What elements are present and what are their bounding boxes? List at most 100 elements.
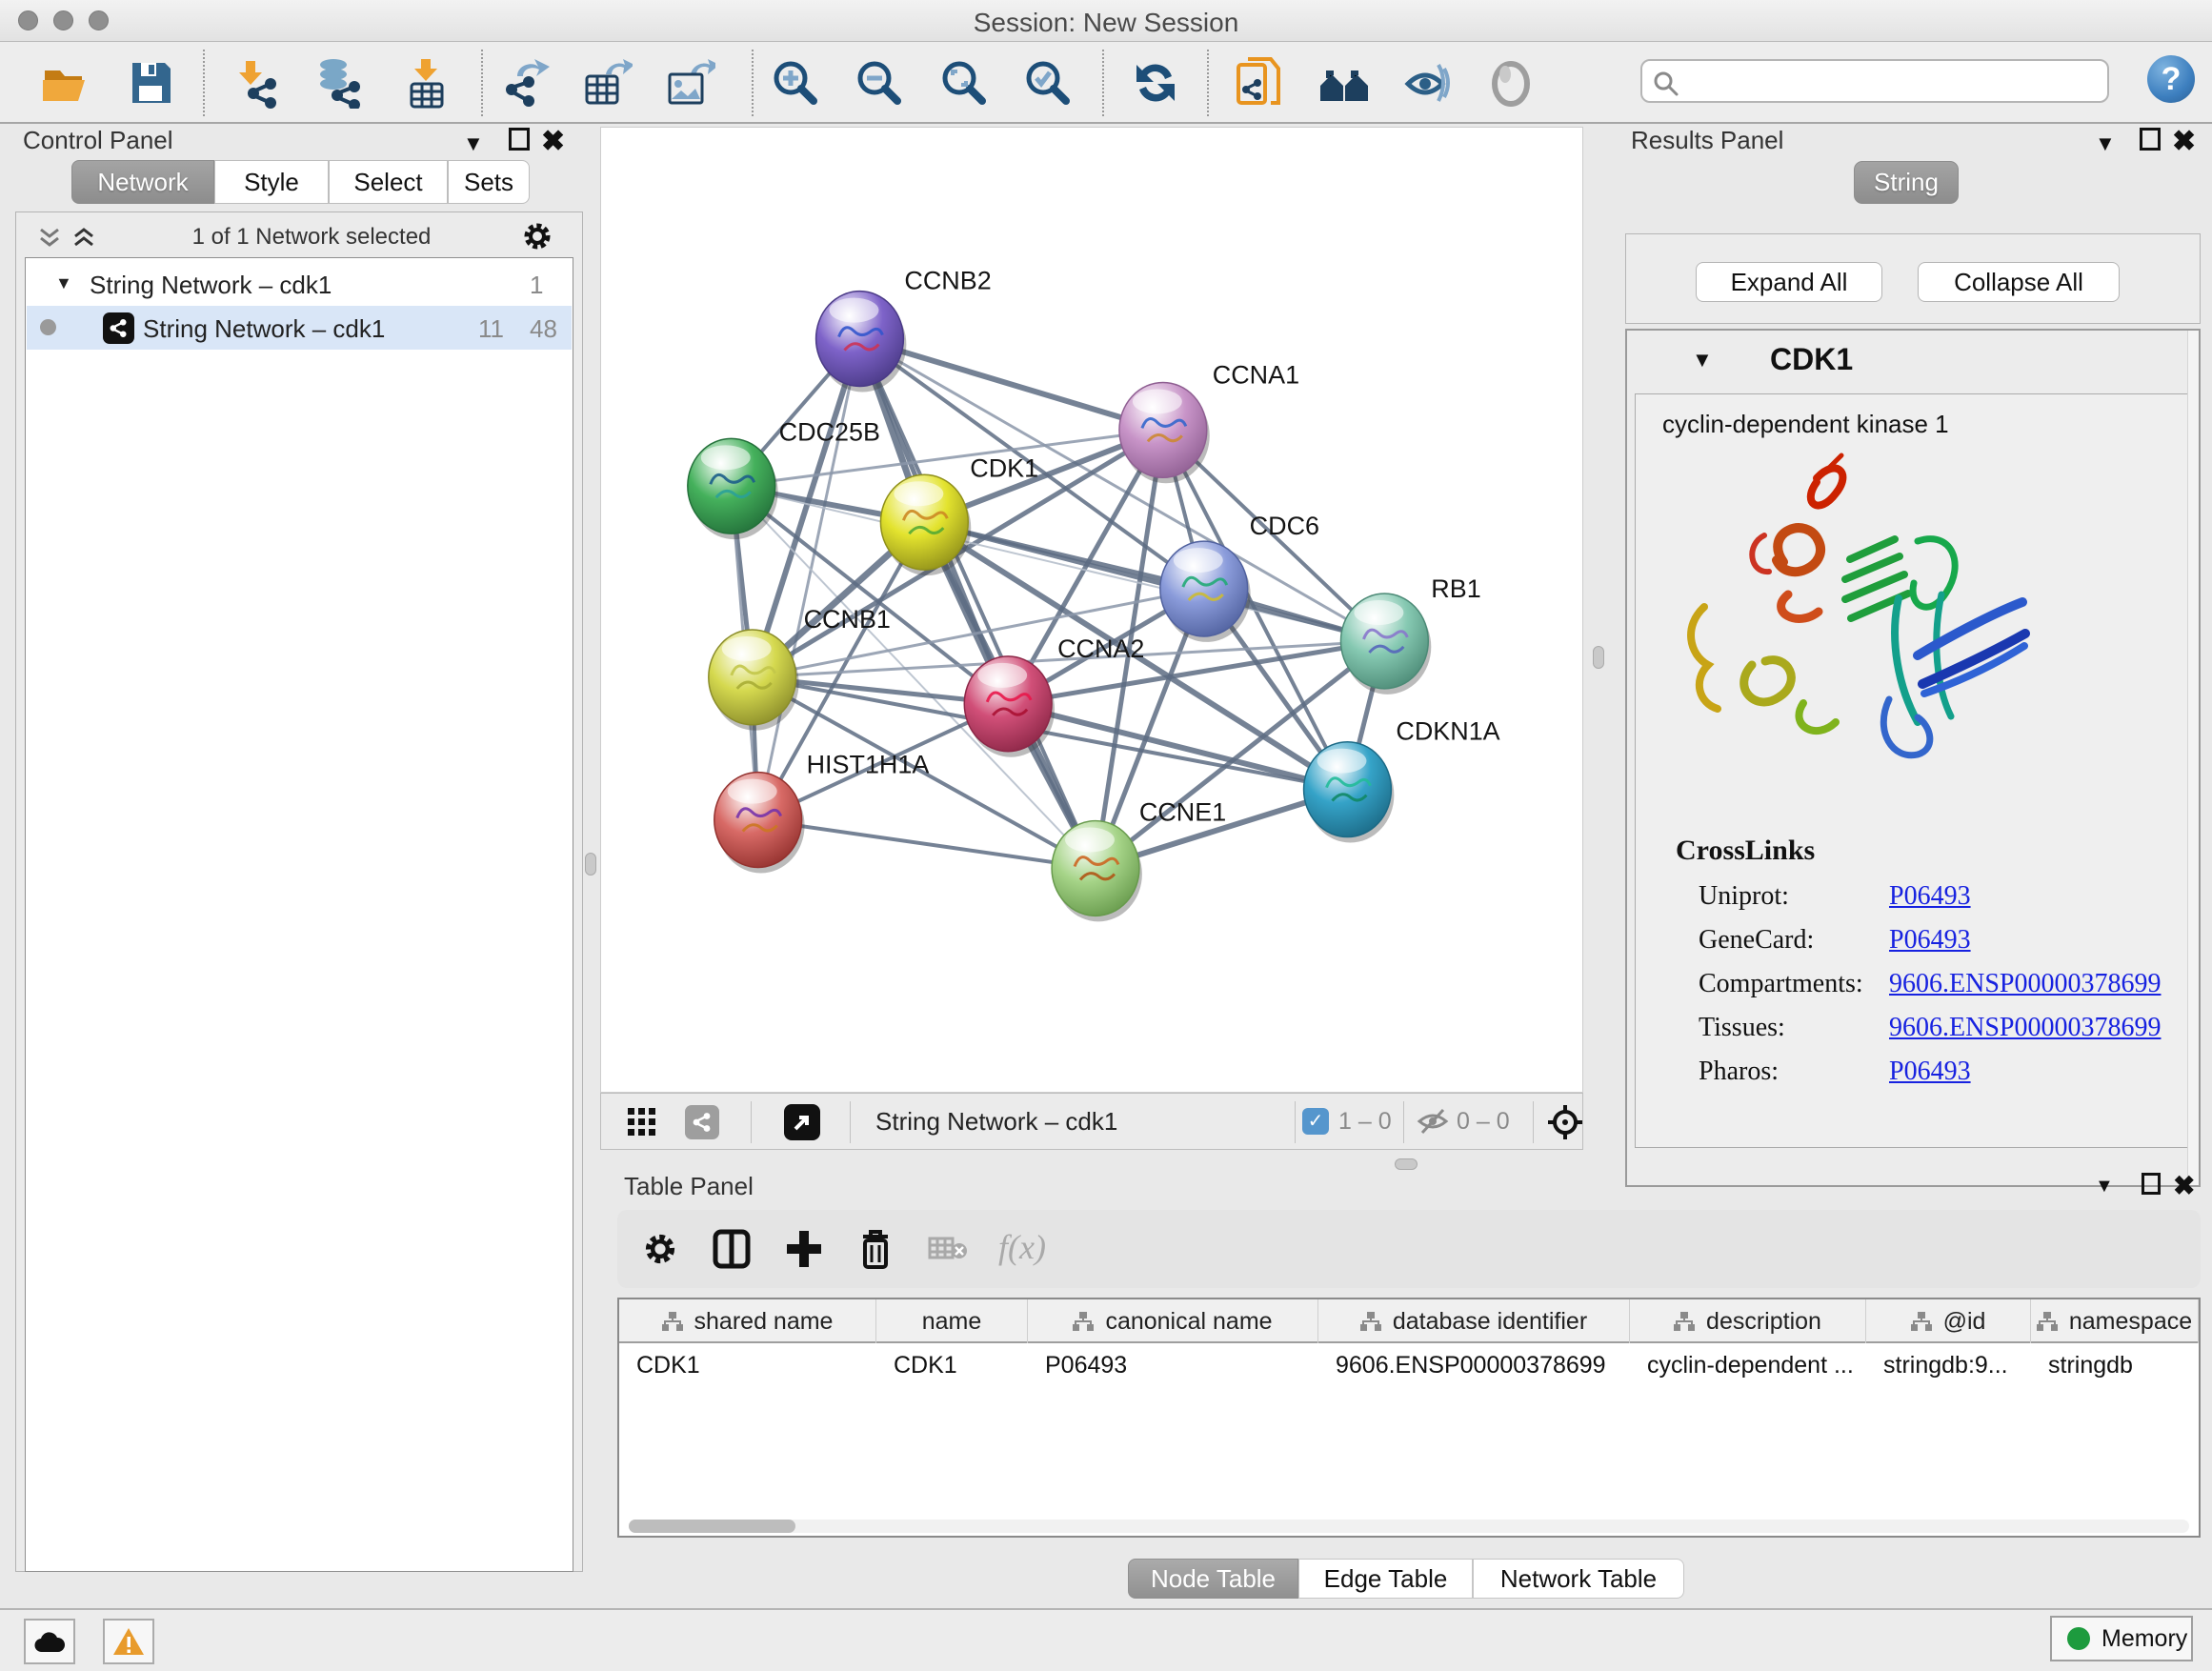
tab-edge-table[interactable]: Edge Table [1298, 1559, 1473, 1599]
string-view-icon[interactable] [685, 1105, 719, 1139]
table-cell[interactable]: 9606.ENSP00000378699 [1318, 1345, 1630, 1387]
import-database-icon[interactable] [312, 57, 364, 109]
table-options-gear-icon[interactable] [642, 1231, 678, 1267]
delete-column-icon[interactable] [857, 1227, 894, 1271]
collapse-all-chevron-icon[interactable] [37, 226, 62, 251]
table-cell[interactable]: stringdb:9... [1866, 1345, 2031, 1387]
network-node-HIST1H1A[interactable] [714, 773, 805, 874]
network-collection-row[interactable]: ▼ String Network – cdk1 1 [27, 262, 572, 306]
table-panel-collapse-icon[interactable]: ▼ [2095, 1176, 2114, 1198]
network-view-dot-icon [40, 319, 56, 335]
table-panel-float-icon[interactable] [2142, 1173, 2161, 1195]
refresh-icon[interactable] [1130, 57, 1181, 109]
column-header[interactable]: name [876, 1299, 1028, 1343]
open-session-icon[interactable] [39, 57, 90, 109]
cloud-status-button[interactable] [24, 1619, 75, 1664]
add-column-icon[interactable] [785, 1229, 823, 1269]
memory-button[interactable]: Memory [2050, 1616, 2193, 1661]
column-header[interactable]: database identifier [1318, 1299, 1630, 1343]
table-row[interactable]: CDK1CDK1P064939606.ENSP00000378699cyclin… [619, 1345, 2199, 1387]
tab-string[interactable]: String [1854, 161, 1959, 204]
left-splitter-handle[interactable] [585, 853, 596, 876]
zoom-fit-icon[interactable] [938, 57, 990, 109]
network-node-CCNA1[interactable] [1119, 382, 1210, 483]
table-cell[interactable]: cyclin-dependent ... [1630, 1345, 1866, 1387]
expand-all-chevron-icon[interactable] [71, 226, 96, 251]
crosslink-link[interactable]: 9606.ENSP00000378699 [1889, 1013, 2161, 1043]
tab-select[interactable]: Select [329, 160, 448, 204]
node-table[interactable]: shared namenamecanonical namedatabase id… [617, 1298, 2201, 1538]
tab-network[interactable]: Network [71, 160, 214, 204]
table-horizontal-scrollbar[interactable] [629, 1520, 2189, 1533]
network-node-CCNA2[interactable] [964, 656, 1055, 757]
collapse-all-button[interactable]: Collapse All [1918, 262, 2120, 302]
tab-sets[interactable]: Sets [448, 160, 530, 204]
share-document-icon[interactable] [1235, 57, 1286, 109]
hide-panels-eye-icon[interactable] [1402, 57, 1454, 109]
crosslink-link[interactable]: P06493 [1889, 925, 1971, 956]
control-panel-collapse-icon[interactable]: ▼ [463, 131, 484, 156]
zoom-selected-icon[interactable] [1022, 57, 1074, 109]
gene-collapse-icon[interactable]: ▼ [1692, 348, 1713, 372]
results-scrollbar[interactable] [2187, 331, 2199, 1185]
help-button[interactable]: ? [2147, 55, 2195, 103]
export-network-icon[interactable] [500, 57, 552, 109]
table-panel-close-icon[interactable]: ✖ [2173, 1170, 2195, 1201]
export-table-icon[interactable] [581, 57, 633, 109]
control-panel-float-icon[interactable] [509, 128, 530, 151]
table-cell[interactable]: CDK1 [619, 1345, 876, 1387]
import-network-icon[interactable] [232, 57, 284, 109]
network-node-RB1[interactable] [1340, 594, 1431, 695]
import-table-icon[interactable] [400, 57, 452, 109]
table-cell[interactable]: CDK1 [876, 1345, 1028, 1387]
crosslink-link[interactable]: P06493 [1889, 1057, 1971, 1087]
tab-network-table[interactable]: Network Table [1473, 1559, 1684, 1599]
home-icon[interactable] [1318, 57, 1370, 109]
save-session-icon[interactable] [125, 57, 176, 109]
control-panel-close-icon[interactable]: ✖ [541, 125, 565, 158]
crosslink-link[interactable]: P06493 [1889, 881, 1971, 912]
zoom-out-icon[interactable] [854, 57, 905, 109]
network-node-CDK1[interactable] [880, 474, 971, 575]
preview-eye-icon[interactable] [1486, 57, 1538, 109]
network-row-selected[interactable]: String Network – cdk1 11 48 [27, 306, 572, 350]
column-header[interactable]: namespace [2031, 1299, 2199, 1343]
crosslink-link[interactable]: 9606.ENSP00000378699 [1889, 969, 2161, 999]
scrollbar-thumb[interactable] [629, 1520, 795, 1533]
search-input[interactable] [1640, 59, 2109, 103]
column-header[interactable]: canonical name [1028, 1299, 1318, 1343]
results-panel-float-icon[interactable] [2140, 128, 2161, 151]
collection-expand-icon[interactable]: ▼ [55, 273, 72, 293]
column-header[interactable]: shared name [619, 1299, 876, 1343]
warning-icon [111, 1626, 146, 1657]
results-panel-collapse-icon[interactable]: ▼ [2095, 131, 2116, 156]
tab-node-table[interactable]: Node Table [1128, 1559, 1298, 1599]
network-node-CCNB2[interactable] [816, 292, 907, 393]
hidden-eye-icon[interactable] [1417, 1108, 1449, 1135]
selected-checkbox-icon[interactable]: ✓ [1302, 1108, 1329, 1135]
memory-status-icon [2067, 1627, 2090, 1650]
open-in-new-window-icon[interactable] [784, 1104, 820, 1140]
table-panel-title: Table Panel [624, 1172, 754, 1201]
zoom-in-icon[interactable] [770, 57, 821, 109]
network-canvas[interactable]: CCNB2CCNA1CDC25BCDK1CDC6RB1CCNB1CCNA2CDK… [600, 127, 1583, 1093]
network-node-CDKN1A[interactable] [1304, 742, 1395, 843]
network-node-CCNE1[interactable] [1052, 821, 1142, 922]
network-options-gear-icon[interactable] [521, 220, 553, 252]
table-cell[interactable]: P06493 [1028, 1345, 1318, 1387]
expand-all-button[interactable]: Expand All [1696, 262, 1882, 302]
tab-style[interactable]: Style [214, 160, 329, 204]
show-columns-icon[interactable] [713, 1229, 751, 1269]
warnings-button[interactable] [103, 1619, 154, 1664]
network-node-CDC25B[interactable] [688, 438, 778, 539]
right-splitter-handle[interactable] [1593, 646, 1604, 669]
column-header[interactable]: description [1630, 1299, 1866, 1343]
toolbar-separator [1403, 1101, 1404, 1143]
export-image-icon[interactable] [664, 57, 715, 109]
bottom-splitter-handle[interactable] [1395, 1158, 1418, 1170]
grid-view-icon[interactable] [628, 1108, 656, 1137]
birds-eye-crosshair-icon[interactable] [1546, 1103, 1584, 1141]
column-header[interactable]: @id [1866, 1299, 2031, 1343]
table-cell[interactable]: stringdb [2031, 1345, 2199, 1387]
results-panel-close-icon[interactable]: ✖ [2172, 125, 2196, 158]
